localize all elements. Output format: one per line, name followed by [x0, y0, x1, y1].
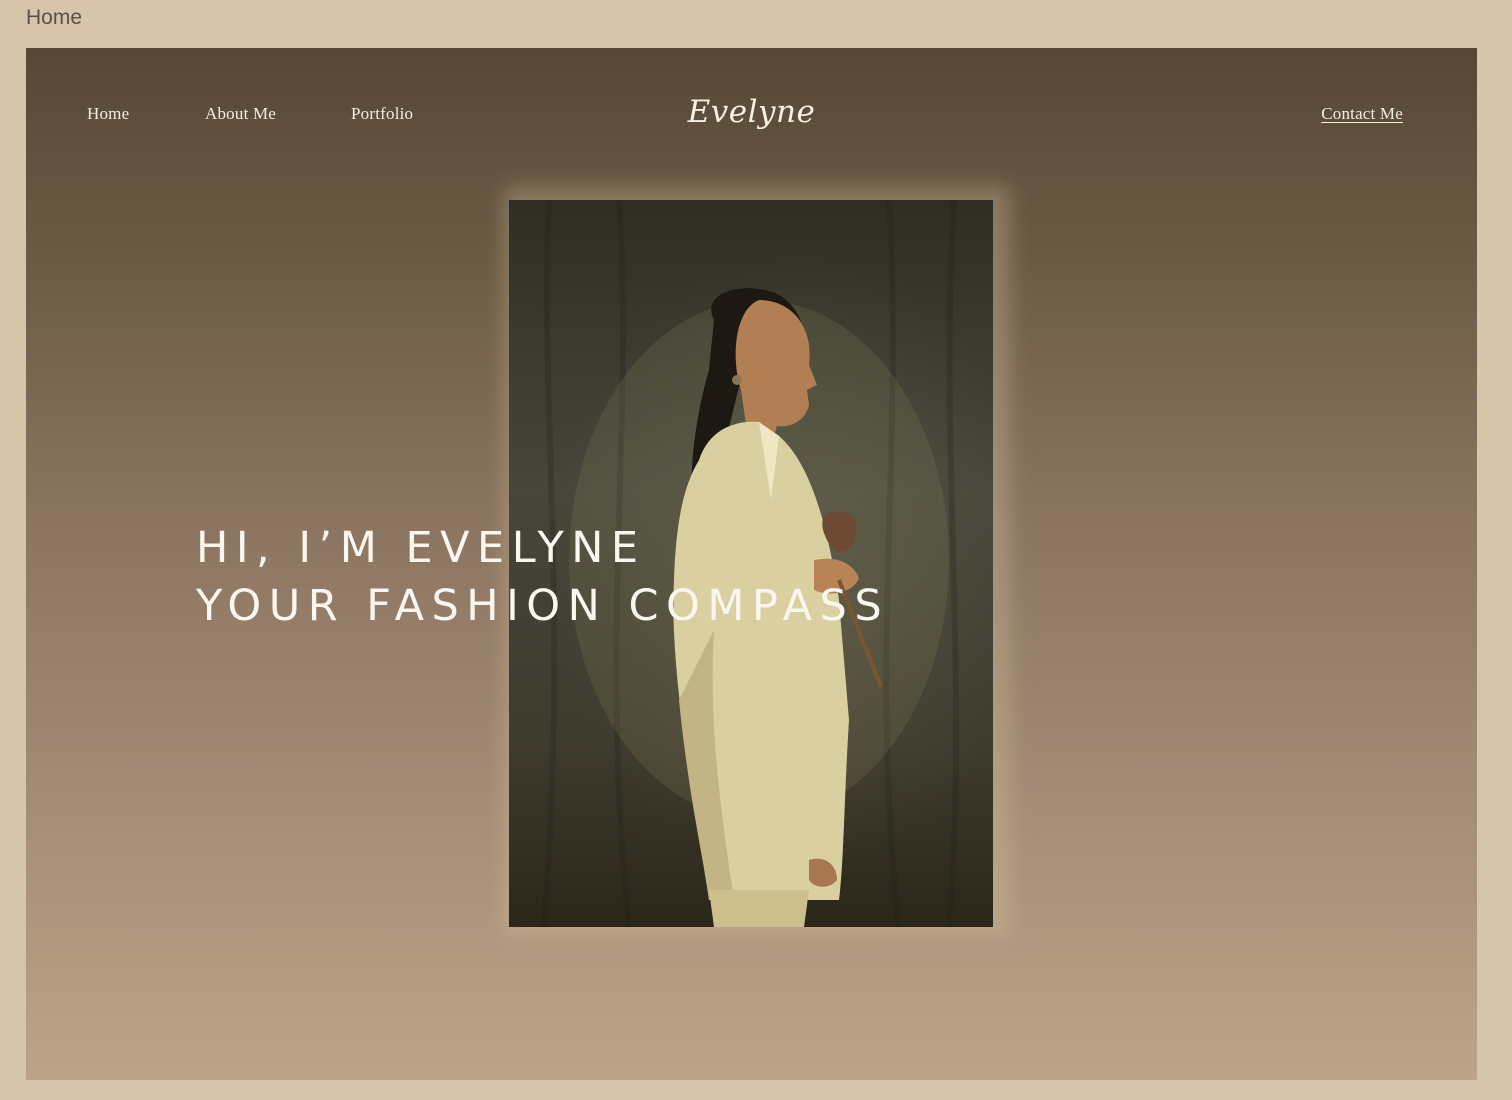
hero-heading-line-1: HI, I’M EVELYNE [196, 522, 646, 573]
brand-logo[interactable]: Evelyne [26, 94, 1477, 130]
hero-heading-line-2: YOUR FASHION COMPASS [196, 580, 890, 631]
nav-link-contact-me[interactable]: Contact Me [1321, 104, 1403, 124]
hero-heading: HI, I’M EVELYNE YOUR FASHION COMPASS [196, 519, 889, 635]
site-preview-frame: Home About Me Portfolio Evelyne Contact … [26, 48, 1477, 1080]
page-label: Home [26, 6, 83, 29]
